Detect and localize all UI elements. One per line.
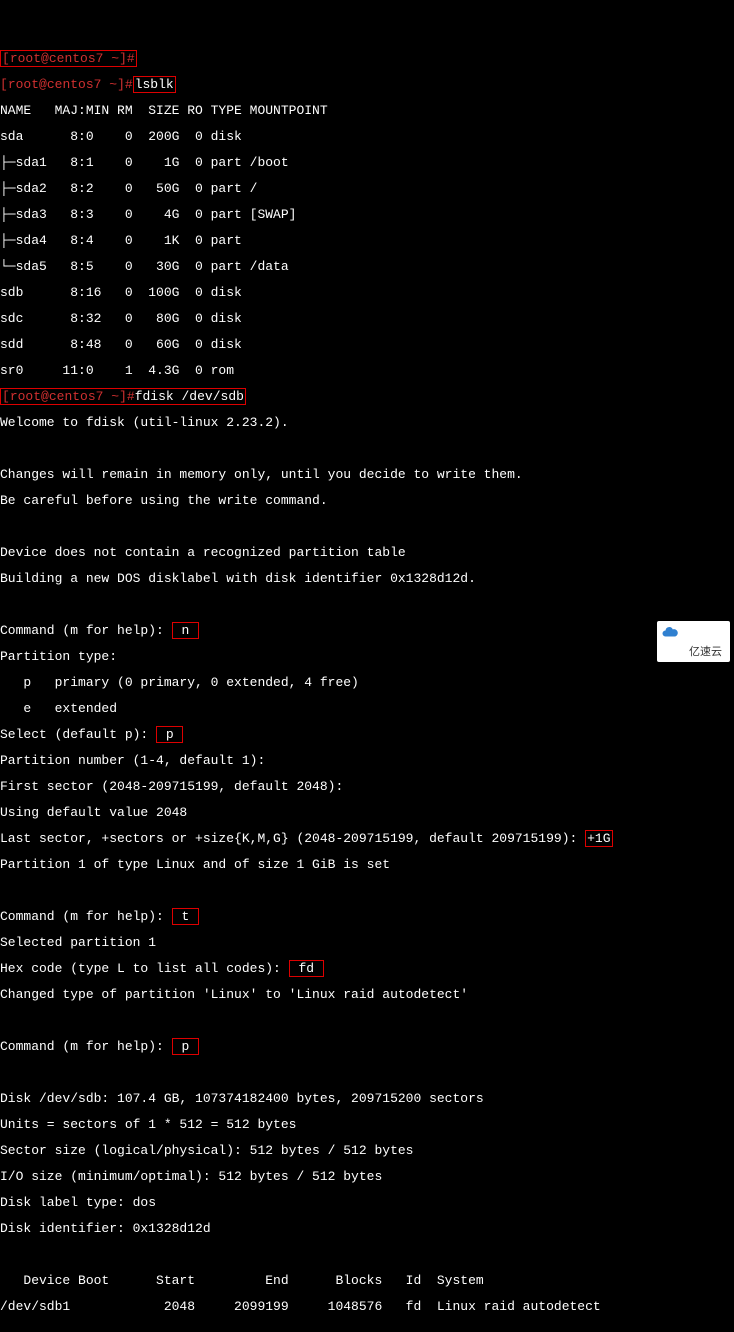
blank (0, 1326, 734, 1332)
lsblk-row-sda5: └─sda5 8:5 0 30G 0 part /data (0, 260, 734, 273)
input-p2: p (172, 1038, 199, 1055)
watermark-text: 亿速云 (689, 646, 722, 658)
selected-partition: Selected partition 1 (0, 936, 734, 949)
prompt-line-1[interactable]: [root@centos7 ~]# (0, 52, 734, 65)
fdisk-mem-warn2: Be careful before using the write comman… (0, 494, 734, 507)
last-sector[interactable]: Last sector, +sectors or +size{K,M,G} (2… (0, 832, 734, 845)
fdisk-mem-warn1: Changes will remain in memory only, unti… (0, 468, 734, 481)
hex-prompt: Hex code (type L to list all codes): (0, 961, 289, 976)
lsblk-row-sda2: ├─sda2 8:2 0 50G 0 part / (0, 182, 734, 195)
first-sector: First sector (2048-209715199, default 20… (0, 780, 734, 793)
blank (0, 442, 734, 455)
select-default-p[interactable]: Select (default p): p (0, 728, 734, 741)
watermark: 亿速云 (657, 621, 730, 662)
blank (0, 520, 734, 533)
prompt-line-3[interactable]: [root@centos7 ~]#fdisk /dev/sdb (0, 390, 734, 403)
partition-table-row: /dev/sdb1 2048 2099199 1048576 fd Linux … (0, 1300, 734, 1313)
lsblk-row-sr0: sr0 11:0 1 4.3G 0 rom (0, 364, 734, 377)
sel-prompt: Select (default p): (0, 727, 156, 742)
partition-table-header: Device Boot Start End Blocks Id System (0, 1274, 734, 1287)
blank (0, 1066, 734, 1079)
cloud-icon (661, 623, 679, 641)
fdisk-cmd-n[interactable]: Command (m for help): n (0, 624, 734, 637)
cmd-prompt: Command (m for help): (0, 909, 172, 924)
parttype-hdr: Partition type: (0, 650, 734, 663)
lsblk-row-sda4: ├─sda4 8:4 0 1K 0 part (0, 234, 734, 247)
prompt-host: centos7 (49, 51, 104, 66)
lsblk-row-sdb: sdb 8:16 0 100G 0 disk (0, 286, 734, 299)
parttype-primary: p primary (0 primary, 0 extended, 4 free… (0, 676, 734, 689)
prompt-userhost: root (10, 51, 41, 66)
cmd-prompt: Command (m for help): (0, 1039, 172, 1054)
lsblk-row-sda3: ├─sda3 8:3 0 4G 0 part [SWAP] (0, 208, 734, 221)
fdisk-cmd-p[interactable]: Command (m for help): p (0, 1040, 734, 1053)
partition-set: Partition 1 of type Linux and of size 1 … (0, 858, 734, 871)
prompt-dir: ~ (111, 51, 119, 66)
disk-header-4: I/O size (minimum/optimal): 512 bytes / … (0, 1170, 734, 1183)
input-fd: fd (289, 960, 324, 977)
blank (0, 598, 734, 611)
blank (0, 884, 734, 897)
cmd-lsblk: lsblk (133, 76, 176, 93)
lsblk-row-sdc: sdc 8:32 0 80G 0 disk (0, 312, 734, 325)
ls-prompt: Last sector, +sectors or +size{K,M,G} (2… (0, 831, 585, 846)
cmd-prompt: Command (m for help): (0, 623, 172, 638)
cmd-fdisk: fdisk /dev/sdb (135, 389, 244, 404)
prompt-sym: # (127, 51, 135, 66)
partition-number: Partition number (1-4, default 1): (0, 754, 734, 767)
disk-header-3: Sector size (logical/physical): 512 byte… (0, 1144, 734, 1157)
hex-code[interactable]: Hex code (type L to list all codes): fd (0, 962, 734, 975)
lsblk-row-sdd: sdd 8:48 0 60G 0 disk (0, 338, 734, 351)
fdisk-welcome: Welcome to fdisk (util-linux 2.23.2). (0, 416, 734, 429)
default-2048: Using default value 2048 (0, 806, 734, 819)
prompt-line-2[interactable]: [root@centos7 ~]#lsblk (0, 78, 734, 91)
input-1g: +1G (585, 830, 612, 847)
lsblk-header: NAME MAJ:MIN RM SIZE RO TYPE MOUNTPOINT (0, 104, 734, 117)
input-p: p (156, 726, 183, 743)
fdisk-newlabel: Building a new DOS disklabel with disk i… (0, 572, 734, 585)
blank (0, 1248, 734, 1261)
input-n: n (172, 622, 199, 639)
prompt-bracket-open: [ (2, 51, 10, 66)
blank (0, 1014, 734, 1027)
disk-header-1: Disk /dev/sdb: 107.4 GB, 107374182400 by… (0, 1092, 734, 1105)
disk-header-5: Disk label type: dos (0, 1196, 734, 1209)
disk-header-2: Units = sectors of 1 * 512 = 512 bytes (0, 1118, 734, 1131)
changed-type: Changed type of partition 'Linux' to 'Li… (0, 988, 734, 1001)
lsblk-row-sda1: ├─sda1 8:1 0 1G 0 part /boot (0, 156, 734, 169)
lsblk-row-sda: sda 8:0 0 200G 0 disk (0, 130, 734, 143)
fdisk-cmd-t[interactable]: Command (m for help): t (0, 910, 734, 923)
fdisk-notable: Device does not contain a recognized par… (0, 546, 734, 559)
input-t: t (172, 908, 199, 925)
disk-header-6: Disk identifier: 0x1328d12d (0, 1222, 734, 1235)
parttype-extended: e extended (0, 702, 734, 715)
